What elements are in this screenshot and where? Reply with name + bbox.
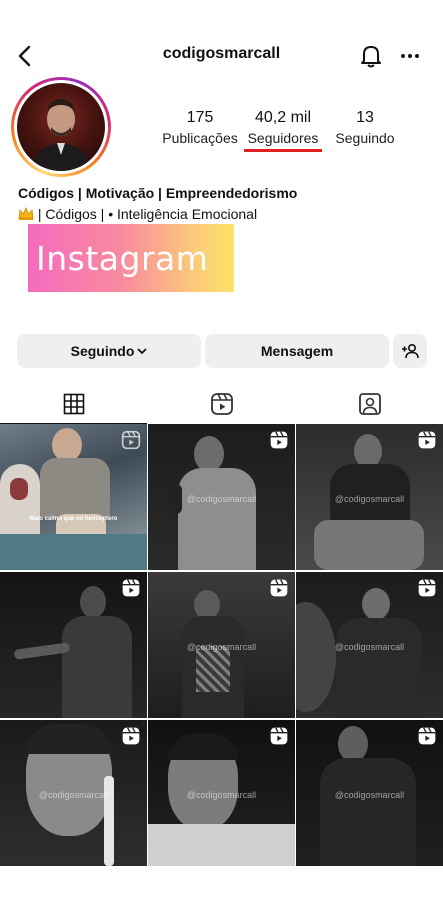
- stat-posts-value: 175: [186, 109, 214, 126]
- bio-description: | Códigos | • Inteligência Emocional: [18, 206, 257, 222]
- chevron-down-icon: [137, 347, 148, 354]
- suggest-people-button[interactable]: [393, 334, 427, 368]
- post-thumbnail[interactable]: @codigosmarcall: [0, 720, 147, 866]
- stat-followers-label: Seguidores: [247, 130, 319, 146]
- reel-indicator-icon: [270, 727, 288, 745]
- post-watermark: @codigosmarcall: [38, 790, 109, 800]
- post-thumbnail[interactable]: @codigosmarcall: [148, 424, 295, 570]
- avatar-portrait: [31, 99, 91, 171]
- notifications-button[interactable]: [355, 40, 387, 72]
- post-thumbnail[interactable]: [0, 572, 147, 718]
- reel-indicator-icon: [270, 579, 288, 597]
- bio-description-text: | Códigos | • Inteligência Emocional: [34, 206, 258, 222]
- stat-following-value: 13: [356, 109, 374, 126]
- stat-posts[interactable]: 175 Publicações: [160, 108, 240, 147]
- reels-icon: [210, 393, 233, 415]
- bio-name: Códigos | Motivação | Empreendedorismo: [18, 185, 298, 201]
- bell-icon: [361, 46, 381, 68]
- post-thumbnail[interactable]: @codigosmarcall: [296, 424, 443, 570]
- instagram-banner-text: Instagram: [36, 238, 209, 278]
- reel-indicator-icon: [122, 579, 140, 597]
- post-watermark: @codigosmarcall: [334, 494, 405, 504]
- stat-posts-label: Publicações: [162, 130, 238, 146]
- following-button-label: Seguindo: [70, 343, 135, 359]
- post-watermark: @codigosmarcall: [334, 642, 405, 652]
- grid-icon: [63, 393, 84, 414]
- followers-highlight-underline: [244, 149, 322, 152]
- message-button[interactable]: Mensagem: [205, 334, 389, 368]
- top-bar: codigosmarcall: [0, 36, 443, 76]
- reel-indicator-icon: [270, 431, 288, 449]
- crown-icon: [18, 206, 34, 220]
- more-horizontal-icon: [401, 54, 419, 58]
- stat-following[interactable]: 13 Seguindo: [330, 108, 400, 147]
- post-thumbnail[interactable]: @codigosmarcall: [148, 572, 295, 718]
- post-watermark: @codigosmarcall: [186, 790, 257, 800]
- post-thumbnail[interactable]: @codigosmarcall: [148, 720, 295, 866]
- message-button-label: Mensagem: [260, 343, 334, 359]
- reel-indicator-icon: [418, 431, 436, 449]
- add-person-icon: [402, 343, 419, 359]
- reel-indicator-icon: [418, 727, 436, 745]
- more-options-button[interactable]: [394, 40, 426, 72]
- post-thumbnail[interactable]: @codigosmarcall: [296, 720, 443, 866]
- post-watermark: @codigosmarcall: [186, 494, 257, 504]
- post-watermark: @codigosmarcall: [334, 790, 405, 800]
- tab-tagged[interactable]: [296, 384, 443, 424]
- post-caption: Mais calmo que no helicoptero: [29, 516, 118, 522]
- profile-tabs: [0, 384, 443, 424]
- avatar-story-ring[interactable]: [11, 77, 111, 177]
- tab-reels[interactable]: [148, 384, 295, 424]
- stat-followers[interactable]: 40,2 mil Seguidores: [242, 108, 324, 147]
- reel-indicator-icon: [122, 727, 140, 745]
- following-button[interactable]: Seguindo: [17, 334, 201, 368]
- avatar: [17, 83, 105, 171]
- instagram-banner: Instagram: [28, 224, 234, 292]
- stat-followers-value: 40,2 mil: [254, 109, 312, 126]
- reel-indicator-icon: [121, 430, 141, 450]
- post-thumbnail[interactable]: @codigosmarcall: [296, 572, 443, 718]
- tab-grid[interactable]: [0, 384, 147, 424]
- post-thumbnail[interactable]: Mais calmo que no helicoptero: [0, 424, 147, 570]
- stat-following-label: Seguindo: [335, 130, 395, 146]
- tagged-icon: [358, 393, 381, 415]
- reel-indicator-icon: [418, 579, 436, 597]
- post-watermark: @codigosmarcall: [186, 642, 257, 652]
